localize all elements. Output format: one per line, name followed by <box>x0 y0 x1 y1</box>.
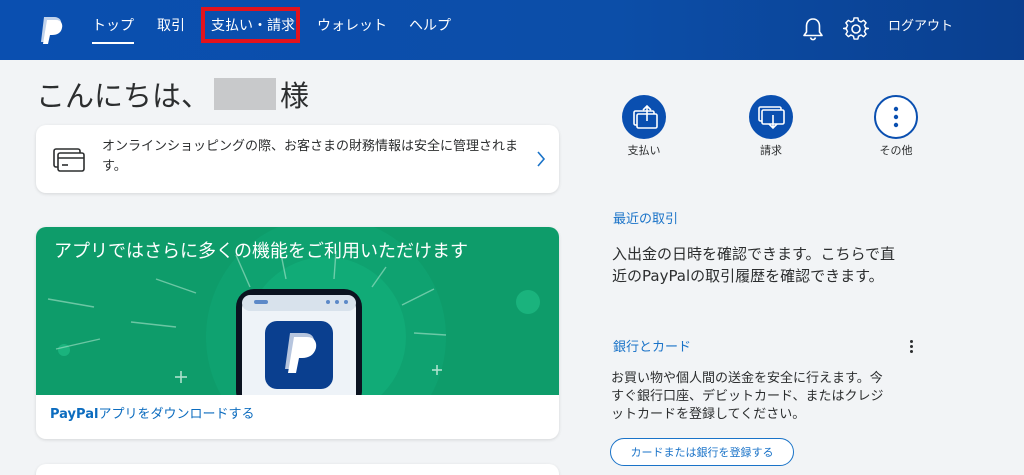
bank-cards-line1: お買い物や個人間の送金を安全に行えます。今 <box>611 371 883 386</box>
request-circle <box>749 95 793 139</box>
nav-tab-help[interactable]: ヘルプ <box>409 14 451 40</box>
security-info-text: オンラインショッピングの際、お客さまの財務情報は安全に管理されます。 <box>102 139 519 174</box>
top-nav-bar: トップ 取引 支払い・請求 ウォレット ヘルプ ログアウト <box>0 0 1024 60</box>
request-label: 請求 <box>760 144 782 157</box>
page-greeting: こんにちは、 様 <box>36 74 309 114</box>
promo-banner: アプリではさらに多くの機能をご利用いただけます <box>36 227 559 395</box>
promo-title: アプリではさらに多くの機能をご利用いただけます <box>54 241 468 262</box>
greeting-prefix: こんにちは、 <box>36 79 211 113</box>
more-label: その他 <box>879 144 913 157</box>
highlight-box <box>201 7 300 43</box>
request-payment-button[interactable]: 請求 <box>731 95 811 158</box>
redacted-name <box>214 78 277 110</box>
bank-cards-title[interactable]: 銀行とカード <box>613 339 691 357</box>
chevron-right-icon <box>537 151 546 167</box>
nav-tab-top[interactable]: トップ <box>92 14 134 44</box>
recent-transactions-title[interactable]: 最近の取引 <box>613 211 678 229</box>
bottom-card <box>36 464 559 475</box>
recent-transactions-line1: 入出金の日時を確認できます。こちらで直 <box>612 245 896 263</box>
more-actions-button[interactable]: その他 <box>856 95 936 158</box>
download-app-link-brand: PayPal <box>50 407 99 422</box>
app-promo-card[interactable]: アプリではさらに多くの機能をご利用いただけます PayPalアプリをダウンロード… <box>36 227 559 439</box>
logout-button[interactable]: ログアウト <box>888 16 953 38</box>
download-app-link[interactable]: PayPalアプリをダウンロードする <box>50 405 254 425</box>
gear-icon[interactable] <box>843 16 869 42</box>
send-payment-button[interactable]: 支払い <box>604 95 684 158</box>
download-app-link-text: アプリをダウンロードする <box>98 407 255 422</box>
request-icon <box>758 106 785 130</box>
nav-tab-wallet[interactable]: ウォレット <box>317 14 387 40</box>
send-circle <box>622 95 666 139</box>
bank-options-kebab-icon[interactable] <box>905 338 917 356</box>
more-circle <box>874 95 918 139</box>
wallet-card-icon <box>53 148 85 172</box>
nav-tab-transactions[interactable]: 取引 <box>157 14 185 40</box>
bank-cards-line2: すぐ銀行口座、デビットカード、またはクレジ <box>611 389 884 404</box>
bank-cards-line3: ットカードを登録してください。 <box>611 407 806 422</box>
security-info-card[interactable]: オンラインショッピングの際、お客さまの財務情報は安全に管理されます。 <box>36 125 559 193</box>
paypal-logo[interactable] <box>38 15 64 45</box>
recent-transactions-line2: 近のPayPalの取引履歴を確認できます。 <box>612 267 884 285</box>
add-card-or-bank-button[interactable]: カードまたは銀行を登録する <box>610 438 794 466</box>
greeting-suffix: 様 <box>280 79 310 113</box>
send-icon <box>633 104 658 129</box>
more-icon <box>893 106 899 128</box>
send-label: 支払い <box>627 144 661 157</box>
bell-icon[interactable] <box>800 16 826 42</box>
